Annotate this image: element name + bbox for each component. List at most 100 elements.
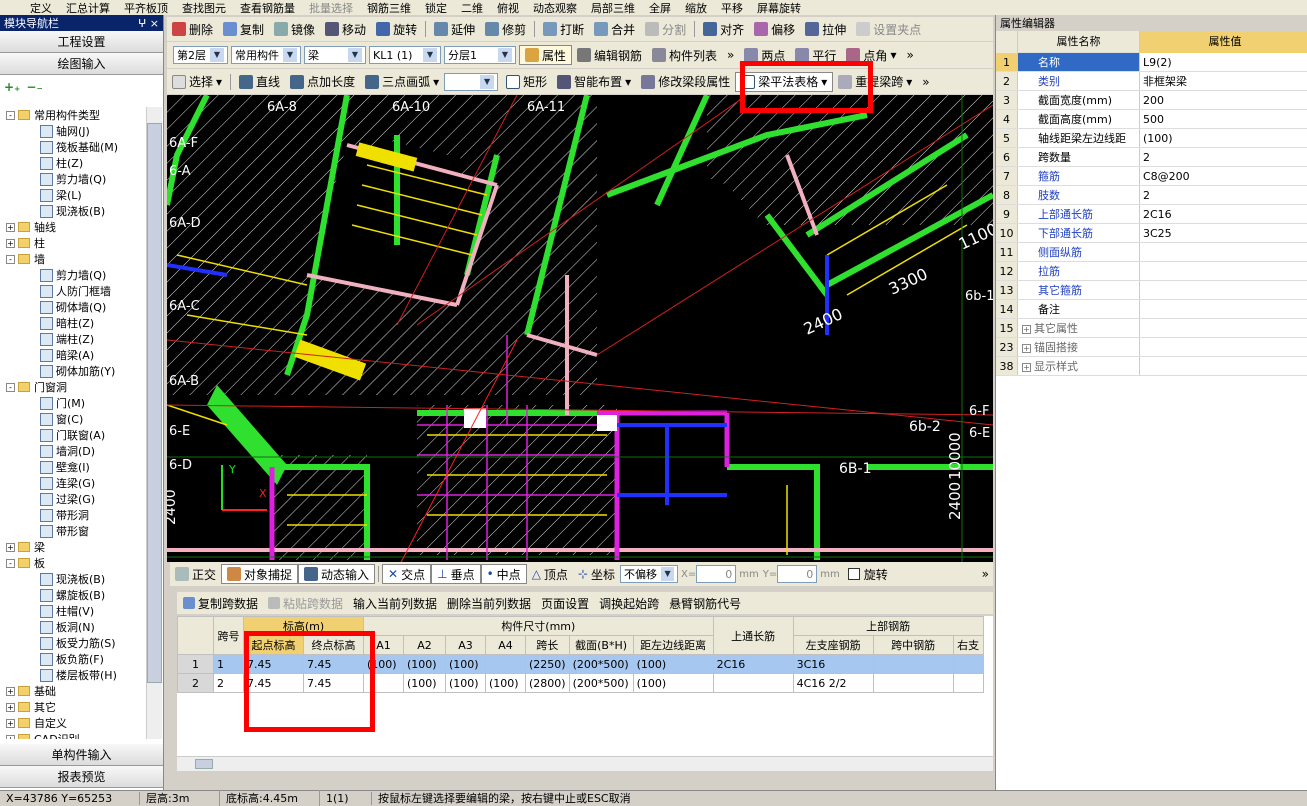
align-button[interactable]: 对齐 bbox=[698, 17, 749, 41]
cell-dist-left[interactable]: (100) bbox=[632, 654, 714, 674]
property-row[interactable]: 23 + 锚固搭接 bbox=[996, 338, 1307, 357]
arc-option-select[interactable]: ▼ bbox=[444, 72, 499, 91]
single-component-input-button[interactable]: 单构件输入 bbox=[0, 744, 163, 766]
x-offset-input[interactable]: 0 bbox=[696, 565, 737, 583]
tree-item[interactable]: 柱帽(V) bbox=[0, 603, 146, 619]
tree-item[interactable]: 过梁(G) bbox=[0, 491, 146, 507]
input-column-button[interactable]: 输入当前列数据 bbox=[353, 595, 437, 612]
property-value[interactable]: 3C25 bbox=[1140, 224, 1307, 242]
tree-item[interactable]: 连梁(G) bbox=[0, 475, 146, 491]
menu-calc[interactable]: 汇总计算 bbox=[66, 0, 110, 15]
menu-orbit[interactable]: 动态观察 bbox=[533, 0, 577, 15]
cell-mid-span[interactable] bbox=[872, 654, 954, 674]
tree-item[interactable]: 板洞(N) bbox=[0, 619, 146, 635]
swap-start-span-button[interactable]: 调换起始跨 bbox=[599, 595, 659, 612]
menu-rotate-screen[interactable]: 屏幕旋转 bbox=[757, 0, 801, 15]
delete-button[interactable]: 删除 bbox=[167, 17, 218, 41]
property-row[interactable]: 8 肢数 2 bbox=[996, 186, 1307, 205]
tree-item[interactable]: + 其它 bbox=[0, 699, 146, 715]
trim-button[interactable]: 修剪 bbox=[480, 17, 531, 41]
property-row[interactable]: 3 截面宽度(mm) 200 bbox=[996, 91, 1307, 110]
offset-mode-select[interactable]: 不偏移 ▼ bbox=[620, 565, 679, 583]
menu-view-rebar[interactable]: 查看钢筋量 bbox=[240, 0, 295, 15]
menu-2d[interactable]: 二维 bbox=[461, 0, 483, 15]
menu-batch[interactable]: 批量选择 bbox=[309, 0, 353, 15]
tree-item[interactable]: + 梁 bbox=[0, 539, 146, 555]
midpoint-snap[interactable]: • 中点 bbox=[480, 564, 527, 584]
property-value[interactable] bbox=[1140, 281, 1307, 299]
component-list-button[interactable]: 构件列表 bbox=[647, 42, 722, 68]
stretch-button[interactable]: 拉伸 bbox=[800, 17, 851, 41]
menu-define[interactable]: 定义 bbox=[30, 0, 52, 15]
extend-button[interactable]: 延伸 bbox=[429, 17, 480, 41]
expand-icon[interactable]: + bbox=[1022, 325, 1031, 334]
menu-fullscreen[interactable]: 全屏 bbox=[649, 0, 671, 15]
tree-item[interactable]: 梁(L) bbox=[0, 187, 146, 203]
tree-item[interactable]: 人防门框墙 bbox=[0, 283, 146, 299]
property-value[interactable] bbox=[1140, 243, 1307, 261]
expand-icon[interactable]: + bbox=[6, 718, 15, 728]
paste-span-button[interactable]: 粘贴跨数据 bbox=[268, 595, 343, 612]
menu-rebar3d[interactable]: 钢筋三维 bbox=[367, 0, 411, 15]
component-code-select[interactable]: KL1 (1) ▼ bbox=[369, 46, 441, 64]
cell-a3[interactable]: (100) bbox=[445, 654, 486, 674]
tree-item[interactable]: 暗柱(Z) bbox=[0, 315, 146, 331]
tree-item[interactable]: 筏板基础(M) bbox=[0, 139, 146, 155]
tree-item[interactable]: + 自定义 bbox=[0, 715, 146, 731]
property-value[interactable] bbox=[1140, 300, 1307, 318]
tree-item[interactable]: - 常用构件类型 bbox=[0, 107, 146, 123]
tree-item[interactable]: 板负筋(F) bbox=[0, 651, 146, 667]
layer-select[interactable]: 分层1 ▼ bbox=[444, 46, 516, 64]
break-button[interactable]: 打断 bbox=[538, 17, 589, 41]
cell-section[interactable]: (200*500) bbox=[568, 673, 634, 693]
property-row[interactable]: 10 下部通长筋 3C25 bbox=[996, 224, 1307, 243]
property-value[interactable]: (100) bbox=[1140, 129, 1307, 147]
menu-zoom[interactable]: 缩放 bbox=[685, 0, 707, 15]
menu-local3d[interactable]: 局部三维 bbox=[591, 0, 635, 15]
split-button[interactable]: 分割 bbox=[640, 17, 691, 41]
property-value[interactable]: 2 bbox=[1140, 186, 1307, 204]
component-select[interactable]: 梁 ▼ bbox=[304, 46, 366, 64]
tree-item[interactable]: + 基础 bbox=[0, 683, 146, 699]
project-settings-button[interactable]: 工程设置 bbox=[0, 31, 163, 53]
more-chevron[interactable]: » bbox=[982, 567, 993, 581]
property-row[interactable]: 11 侧面纵筋 bbox=[996, 243, 1307, 262]
tree-item[interactable]: 砌体墙(Q) bbox=[0, 299, 146, 315]
tree-item[interactable]: 轴网(J) bbox=[0, 123, 146, 139]
tree-item[interactable]: 柱(Z) bbox=[0, 155, 146, 171]
tree-item[interactable]: 板受力筋(S) bbox=[0, 635, 146, 651]
cell-dist-left[interactable]: (100) bbox=[632, 673, 714, 693]
property-row[interactable]: 2 类别 非框架梁 bbox=[996, 72, 1307, 91]
property-row[interactable]: 14 备注 bbox=[996, 300, 1307, 319]
property-row[interactable]: 5 轴线距梁左边线距 (100) bbox=[996, 129, 1307, 148]
tree-item[interactable]: 带形洞 bbox=[0, 507, 146, 523]
object-snap-toggle[interactable]: 对象捕捉 bbox=[221, 564, 299, 584]
cell-right-support[interactable] bbox=[952, 673, 984, 693]
more-chevron[interactable]: » bbox=[722, 42, 739, 68]
dynamic-input-toggle[interactable]: 动态输入 bbox=[298, 564, 376, 584]
properties-button[interactable]: 属性 bbox=[519, 45, 573, 65]
collapse-icon[interactable]: - bbox=[6, 558, 15, 568]
tree-item[interactable]: 砌体加筋(Y) bbox=[0, 363, 146, 379]
tree-item[interactable]: 门联窗(A) bbox=[0, 427, 146, 443]
pin-close-icon[interactable]: ⵖ × bbox=[138, 17, 159, 30]
rotate-button[interactable]: 旋转 bbox=[371, 17, 422, 41]
cantilever-rebar-code-button[interactable]: 悬臂钢筋代号 bbox=[669, 595, 741, 612]
tree-item[interactable]: 现浇板(B) bbox=[0, 571, 146, 587]
tree-item[interactable]: 现浇板(B) bbox=[0, 203, 146, 219]
property-row[interactable]: 4 截面高度(mm) 500 bbox=[996, 110, 1307, 129]
table-horizontal-scrollbar[interactable] bbox=[177, 756, 993, 771]
tree-item[interactable]: + 柱 bbox=[0, 235, 146, 251]
line-button[interactable]: 直线 bbox=[234, 69, 285, 94]
tree-item[interactable]: -板 bbox=[0, 555, 146, 571]
tree-item[interactable]: 带形窗 bbox=[0, 523, 146, 539]
property-value[interactable]: L9(2) bbox=[1140, 53, 1307, 71]
more-chevron[interactable]: » bbox=[917, 69, 934, 94]
cell-span-length[interactable]: (2800) bbox=[525, 673, 570, 693]
property-row[interactable]: 15 + 其它属性 bbox=[996, 319, 1307, 338]
cell-a2[interactable]: (100) bbox=[403, 654, 446, 674]
tree-item[interactable]: 暗梁(A) bbox=[0, 347, 146, 363]
tree-item[interactable]: 窗(C) bbox=[0, 411, 146, 427]
property-row[interactable]: 6 跨数量 2 bbox=[996, 148, 1307, 167]
menu-find[interactable]: 查找图元 bbox=[182, 0, 226, 15]
